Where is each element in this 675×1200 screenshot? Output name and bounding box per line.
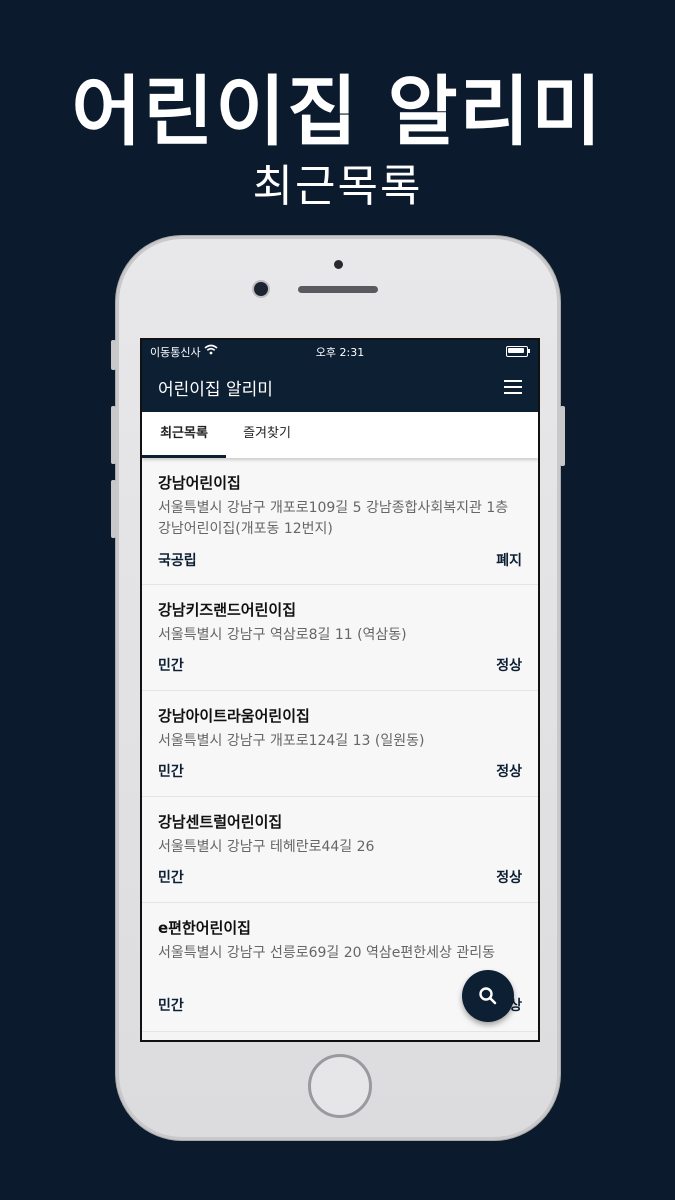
search-button[interactable] bbox=[462, 970, 514, 1022]
item-type: 민간 bbox=[158, 764, 184, 780]
status-time: 오후 2:31 bbox=[315, 346, 365, 359]
search-icon bbox=[479, 987, 497, 1005]
item-status: 정상 bbox=[496, 764, 522, 780]
item-address: 서울특별시 강남구 개포로124길 13 (일원동) bbox=[158, 733, 425, 749]
item-status: 폐지 bbox=[496, 553, 522, 569]
app-bar: 어린이집 알리미 bbox=[142, 362, 538, 412]
tab-favorites[interactable]: 즐겨찾기 bbox=[226, 412, 308, 458]
item-address: 서울특별시 강남구 선릉로69길 20 역삼e편한세상 관리동 bbox=[158, 945, 495, 961]
list-item[interactable]: 강남키즈랜드어린이집 서울특별시 강남구 역삼로8길 11 (역삼동) 민간 정… bbox=[142, 585, 538, 691]
item-name: 강남아이트라움어린이집 bbox=[158, 707, 310, 725]
item-status: 정상 bbox=[496, 870, 522, 886]
mute-switch bbox=[111, 340, 116, 370]
list-item[interactable]: 강남어린이집 서울특별시 강남구 개포로109길 5 강남종합사회복지관 1층 … bbox=[142, 458, 538, 585]
phone-frame: 이동통신사 오후 2:31 어린이집 알리미 최근목록 즐겨찾기 강남어린이집 … bbox=[111, 236, 565, 1140]
item-name: e편한어린이집 bbox=[158, 919, 251, 937]
hero-title: 어린이집 알리미 bbox=[71, 67, 604, 156]
list-item[interactable]: 강남센트럴어린이집 서울특별시 강남구 테헤란로44길 26 민간 정상 bbox=[142, 797, 538, 903]
phone-screen: 이동통신사 오후 2:31 어린이집 알리미 최근목록 즐겨찾기 강남어린이집 … bbox=[140, 338, 540, 1042]
hero-subtitle: 최근목록 bbox=[252, 161, 423, 212]
home-button[interactable] bbox=[308, 1054, 372, 1118]
volume-up-button bbox=[111, 406, 116, 464]
item-type: 민간 bbox=[158, 998, 184, 1014]
power-button bbox=[560, 406, 565, 466]
item-status: 정상 bbox=[496, 658, 522, 674]
tab-bar: 최근목록 즐겨찾기 bbox=[142, 412, 538, 458]
item-type: 민간 bbox=[158, 870, 184, 886]
item-name: 강남센트럴어린이집 bbox=[158, 813, 283, 831]
battery-icon bbox=[506, 346, 530, 357]
list-item[interactable]: 강남아이트라움어린이집 서울특별시 강남구 개포로124길 13 (일원동) 민… bbox=[142, 691, 538, 797]
front-camera bbox=[254, 282, 268, 296]
earpiece-speaker bbox=[298, 286, 378, 293]
item-address: 서울특별시 강남구 개포로109길 5 강남종합사회복지관 1층 강남어린이집(… bbox=[158, 500, 509, 537]
hamburger-menu-icon[interactable] bbox=[504, 380, 522, 394]
item-name: 강남키즈랜드어린이집 bbox=[158, 601, 297, 619]
volume-down-button bbox=[111, 480, 116, 538]
app-title: 어린이집 알리미 bbox=[158, 380, 273, 400]
item-type: 민간 bbox=[158, 658, 184, 674]
daycare-list: 강남어린이집 서울특별시 강남구 개포로109길 5 강남종합사회복지관 1층 … bbox=[142, 458, 538, 1040]
sensor-dot bbox=[334, 260, 343, 269]
tab-recent[interactable]: 최근목록 bbox=[142, 412, 226, 458]
item-type: 국공립 bbox=[158, 553, 197, 569]
item-address: 서울특별시 강남구 테헤란로44길 26 bbox=[158, 839, 375, 855]
status-bar: 이동통신사 오후 2:31 bbox=[142, 340, 538, 362]
item-name: 강남어린이집 bbox=[158, 474, 241, 492]
item-address: 서울특별시 강남구 역삼로8길 11 (역삼동) bbox=[158, 627, 407, 643]
